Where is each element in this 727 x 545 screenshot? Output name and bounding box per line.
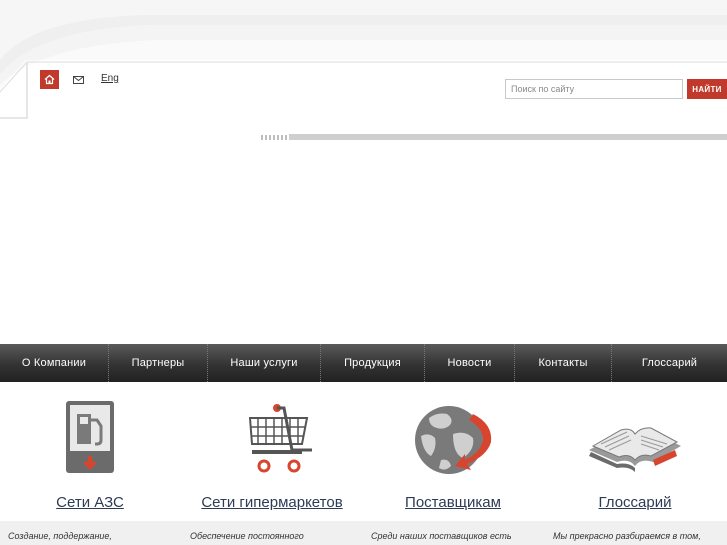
card-glossary: Глоссарий (545, 400, 725, 511)
search-button[interactable]: НАЙТИ (687, 79, 727, 99)
mail-button[interactable] (71, 73, 85, 87)
service-cards: Сети АЗС Сети гипермаркетов Поставщикам … (0, 400, 727, 545)
progress-bar (289, 134, 727, 140)
globe-icon (415, 406, 492, 474)
nav-item-products[interactable]: Продукция (321, 344, 425, 382)
card-suppliers: Поставщикам (363, 400, 543, 511)
nav-item-label: Продукция (344, 357, 401, 369)
language-link-eng[interactable]: Eng (101, 73, 119, 84)
header-swoosh (0, 0, 727, 119)
home-icon (44, 74, 55, 85)
card-desc-glossary: Мы прекрасно разбираемся в том, (553, 531, 701, 541)
progress-dots (261, 134, 287, 140)
card-title[interactable]: Сети гипермаркетов (182, 494, 362, 511)
card-icon-wrap[interactable] (363, 400, 543, 480)
search-input[interactable] (505, 79, 683, 99)
slider-progress (261, 134, 727, 140)
card-title[interactable]: Глоссарий (545, 494, 725, 511)
utility-bar: Eng (40, 70, 119, 89)
card-icon-wrap[interactable] (545, 400, 725, 480)
card-icon-wrap[interactable] (0, 400, 180, 480)
nav-item-label: Партнеры (131, 357, 185, 369)
card-hypermarkets: Сети гипермаркетов (182, 400, 362, 511)
nav-item-label: Глоссарий (641, 357, 698, 369)
nav-item-news[interactable]: Новости (425, 344, 515, 382)
nav-item-label: Наши услуги (230, 357, 298, 369)
nav-item-company[interactable]: О Компании (0, 344, 109, 382)
nav-item-label: О Компании (21, 357, 87, 369)
card-desc-hypermarkets: Обеспечение постоянного (190, 531, 304, 541)
nav-item-services[interactable]: Наши услуги (208, 344, 321, 382)
open-book-icon (589, 427, 681, 472)
main-nav: О Компании Партнеры Наши услуги Продукци… (0, 344, 727, 382)
card-desc-suppliers: Среди наших поставщиков есть (371, 531, 512, 541)
card-desc-gas-stations: Создание, поддержание, (8, 531, 112, 541)
nav-item-partners[interactable]: Партнеры (109, 344, 208, 382)
card-gas-stations: Сети АЗС (0, 400, 180, 511)
card-icon-wrap[interactable] (182, 400, 362, 480)
nav-item-glossary[interactable]: Глоссарий (612, 344, 727, 382)
nav-item-label: Новости (447, 357, 492, 369)
search-form: НАЙТИ (505, 79, 727, 99)
shopping-cart-icon (248, 404, 312, 473)
home-button[interactable] (40, 70, 59, 89)
card-title[interactable]: Поставщикам (363, 494, 543, 511)
mail-icon (72, 75, 84, 84)
gas-station-icon (66, 401, 114, 473)
card-title[interactable]: Сети АЗС (0, 494, 180, 511)
nav-item-contacts[interactable]: Контакты (515, 344, 612, 382)
nav-item-label: Контакты (538, 357, 588, 369)
